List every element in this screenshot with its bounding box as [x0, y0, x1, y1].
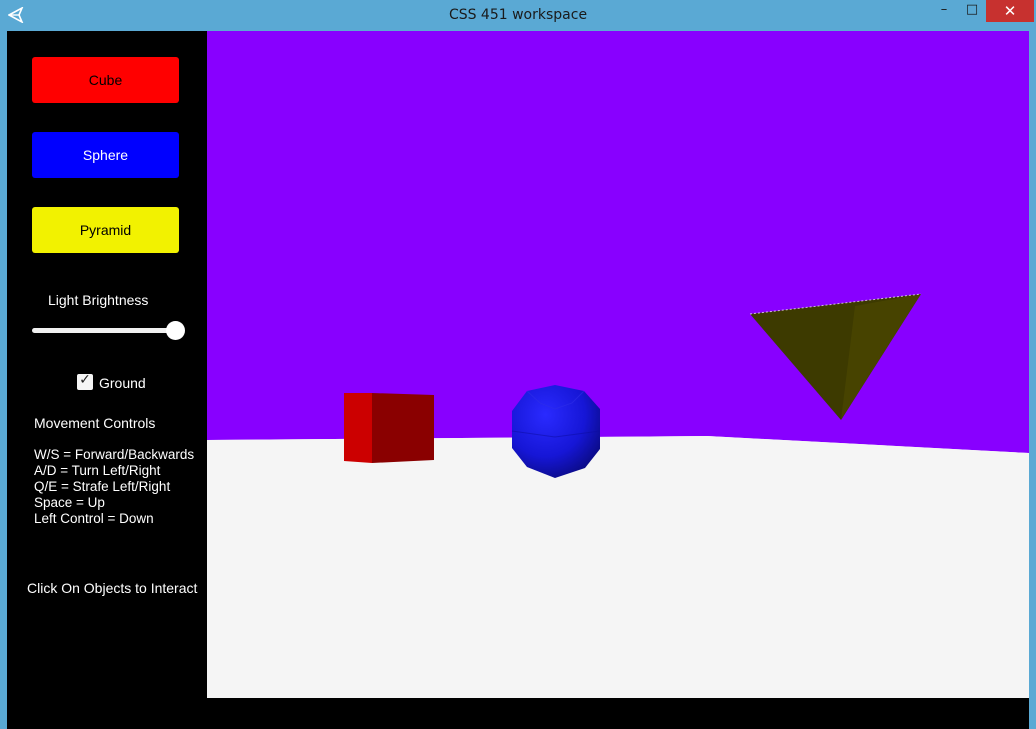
- ground-checkbox[interactable]: ✓: [77, 372, 93, 390]
- movement-controls-list: W/S = Forward/Backwards A/D = Turn Left/…: [34, 447, 194, 527]
- movement-controls-title: Movement Controls: [34, 415, 156, 431]
- interaction-hint: Click On Objects to Interact: [27, 580, 198, 596]
- minimize-button[interactable]: –: [930, 0, 958, 22]
- sphere-button[interactable]: Sphere: [32, 132, 179, 178]
- cube-object[interactable]: [344, 393, 434, 463]
- window-title: CSS 451 workspace: [448, 7, 588, 23]
- control-line: W/S = Forward/Backwards: [34, 447, 195, 462]
- light-brightness-label: Light Brightness: [48, 292, 149, 308]
- control-line: A/D = Turn Left/Right: [34, 463, 161, 478]
- 3d-viewport[interactable]: [207, 31, 1029, 698]
- control-line: Space = Up: [34, 495, 105, 510]
- control-panel: Cube Sphere Pyramid Light Brightness ✓ G…: [7, 31, 207, 729]
- slider-handle[interactable]: [165, 321, 185, 340]
- sky: [207, 31, 1029, 453]
- maximize-button[interactable]: □: [958, 0, 986, 22]
- scene-canvas[interactable]: [207, 31, 1029, 698]
- ground-plane[interactable]: [207, 436, 1029, 698]
- title-bar[interactable]: CSS 451 workspace – □ ✕: [0, 0, 1036, 30]
- close-button[interactable]: ✕: [986, 0, 1034, 22]
- light-brightness-slider[interactable]: [32, 321, 185, 340]
- sphere-object[interactable]: [511, 385, 601, 478]
- ground-label[interactable]: Ground: [99, 375, 146, 391]
- pyramid-button[interactable]: Pyramid: [32, 207, 179, 253]
- control-line: Q/E = Strafe Left/Right: [34, 479, 171, 494]
- control-line: Left Control = Down: [34, 511, 154, 526]
- checkmark-icon: ✓: [79, 372, 91, 388]
- cube-button[interactable]: Cube: [32, 57, 179, 103]
